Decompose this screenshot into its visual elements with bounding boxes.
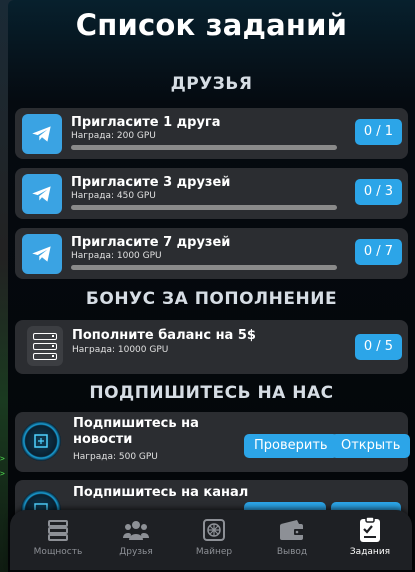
task-progress-bar [71,265,337,270]
task-name: Пригласите 3 друзей [71,175,231,190]
wallet-icon [256,516,328,544]
nav-label: Вывод [276,547,308,557]
nav-label: Мощность [33,547,83,557]
background-green-glyph: > [0,454,5,463]
task-reward: Награда: 450 GPU [71,191,156,201]
people-icon [100,516,172,544]
task-counter: 0 / 5 [354,334,402,360]
task-name: Пригласите 7 друзей [71,235,231,250]
nav-label: Майнер [195,547,233,557]
task-card-invite-7[interactable]: Пригласите 7 друзей Награда: 1000 GPU 0 … [15,228,408,279]
task-reward: Награда: 500 GPU [73,452,158,462]
task-progress-bar [71,145,337,150]
task-card-subscribe-news: Подпишитесь на новости Награда: 500 GPU … [15,412,411,472]
task-counter: 0 / 1 [354,119,402,145]
open-button[interactable]: Открыть [331,434,411,458]
telegram-icon [22,114,62,154]
nav-item-power[interactable]: Мощность [22,516,94,557]
nav-label: Друзья [119,547,153,557]
task-name: Подпишитесь на канал [73,485,249,500]
server-icon [27,326,63,366]
task-reward: Награда: 10000 GPU [72,345,169,355]
section-friends-heading: ДРУЗЬЯ [170,74,253,94]
server-icon [22,516,94,544]
telegram-icon [22,234,62,274]
task-name-line: Подпишитесь на [73,416,199,431]
task-name-line: новости [73,432,133,447]
nav-item-miner[interactable]: Майнер [178,516,250,557]
nav-item-tasks[interactable]: Задания [334,516,406,557]
background-green-glyph: > [0,469,5,478]
section-subscribe-heading: ПОДПИШИТЕСЬ НА НАС [89,383,334,403]
task-name: Пригласите 1 друга [71,115,221,130]
task-name: Подпишитесь на новости [73,416,199,448]
task-card-invite-3[interactable]: Пригласите 3 друзей Награда: 450 GPU 0 /… [15,168,408,219]
task-reward: Награда: 200 GPU [71,131,156,141]
check-button[interactable]: Проверить [244,434,338,458]
task-card-topup[interactable]: Пополните баланс на 5$ Награда: 10000 GP… [15,320,408,374]
nav-item-friends[interactable]: Друзья [100,516,172,557]
section-topup-heading: БОНУС ЗА ПОПОЛНЕНИЕ [85,289,338,309]
task-name: Пополните баланс на 5$ [72,328,256,343]
task-counter: 0 / 7 [354,239,402,265]
task-progress-bar [71,205,337,210]
nav-label: Задания [349,547,391,557]
telegram-icon [22,174,62,214]
fan-icon [178,516,250,544]
task-counter: 0 / 3 [354,179,402,205]
app-screen: Список заданий ДРУЗЬЯ Пригласите 1 друга… [8,0,415,572]
page-title: Список заданий [75,8,348,42]
task-reward: Награда: 1000 GPU [71,251,162,261]
bottom-navigation: Мощность Друзья Майнер Вывод Задания [10,510,412,570]
channel-logo-icon [21,421,61,461]
tasks-icon [334,516,406,544]
task-card-invite-1[interactable]: Пригласите 1 друга Награда: 200 GPU 0 / … [15,108,408,159]
nav-item-withdraw[interactable]: Вывод [256,516,328,557]
